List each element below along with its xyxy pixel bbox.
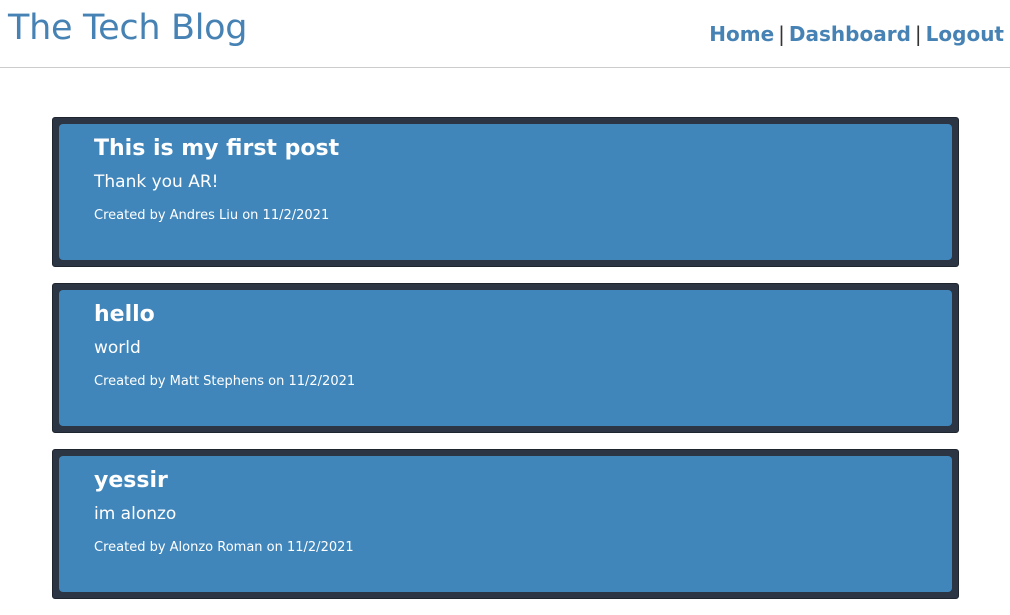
site-title[interactable]: The Tech Blog (8, 8, 248, 48)
post-card[interactable]: yessir im alonzo Created by Alonzo Roman… (52, 449, 959, 599)
site-header: The Tech Blog Home | Dashboard | Logout (0, 0, 1010, 68)
nav-separator: | (778, 22, 785, 46)
post-card-content: This is my first post Thank you AR! Crea… (59, 124, 952, 260)
nav-dashboard-link[interactable]: Dashboard (789, 22, 911, 46)
post-card-content: yessir im alonzo Created by Alonzo Roman… (59, 456, 952, 592)
post-body: im alonzo (94, 504, 177, 524)
post-title[interactable]: This is my first post (94, 134, 917, 164)
post-card-content: hello world Created by Matt Stephens on … (59, 290, 952, 426)
nav-home-link[interactable]: Home (709, 22, 774, 46)
post-card[interactable]: hello world Created by Matt Stephens on … (52, 283, 959, 433)
post-list: This is my first post Thank you AR! Crea… (52, 117, 959, 615)
post-card[interactable]: This is my first post Thank you AR! Crea… (52, 117, 959, 267)
nav-separator: | (914, 22, 922, 46)
post-title[interactable]: yessir (94, 466, 917, 496)
main-nav: Home | Dashboard | Logout (709, 22, 1004, 46)
post-body: Thank you AR! (94, 172, 219, 192)
post-meta: Created by Alonzo Roman on 11/2/2021 (94, 540, 354, 555)
nav-logout-link[interactable]: Logout (926, 22, 1004, 46)
post-meta: Created by Andres Liu on 11/2/2021 (94, 208, 330, 223)
post-meta: Created by Matt Stephens on 11/2/2021 (94, 374, 356, 389)
post-title[interactable]: hello (94, 300, 917, 330)
post-body: world (94, 338, 141, 358)
